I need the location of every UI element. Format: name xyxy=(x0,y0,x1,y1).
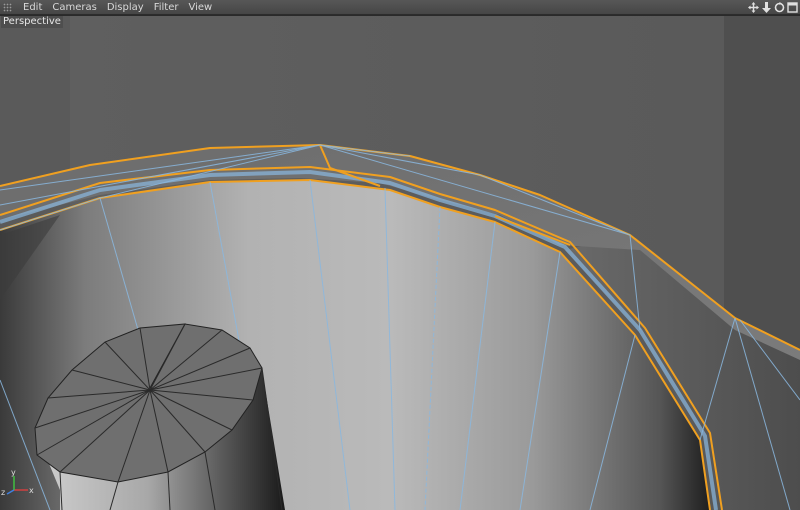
viewport-menubar: Edit Cameras Display Filter View xyxy=(0,0,800,15)
viewport-label: Perspective xyxy=(1,16,63,28)
view-navigation-icons xyxy=(748,0,798,15)
menu-filter[interactable]: Filter xyxy=(149,0,184,15)
move-icon[interactable] xyxy=(748,2,759,13)
menu-cameras[interactable]: Cameras xyxy=(47,0,101,15)
menu-display[interactable]: Display xyxy=(102,0,149,15)
maximize-icon[interactable] xyxy=(787,2,798,13)
menu-view[interactable]: View xyxy=(183,0,217,15)
perspective-viewport[interactable]: Perspective x y z xyxy=(0,16,800,510)
rotate-icon[interactable] xyxy=(774,2,785,13)
axis-y-label: y xyxy=(11,468,16,477)
grip-icon[interactable] xyxy=(3,2,12,12)
menu-edit[interactable]: Edit xyxy=(18,0,47,15)
axis-z-label: z xyxy=(1,488,5,496)
scene-render[interactable] xyxy=(0,16,800,510)
dolly-icon[interactable] xyxy=(761,2,772,13)
axis-x-label: x xyxy=(29,486,34,495)
axis-gizmo-icon: x y z xyxy=(1,468,34,496)
